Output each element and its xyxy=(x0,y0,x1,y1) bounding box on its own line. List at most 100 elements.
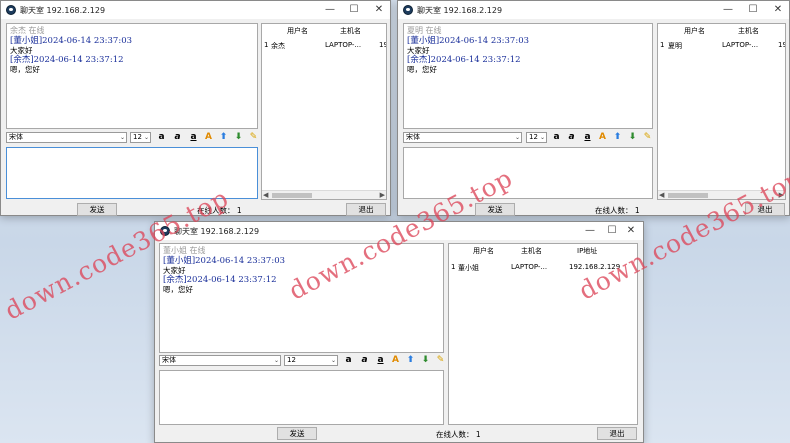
underline-icon[interactable]: a xyxy=(582,132,593,143)
message-body: 嗯，您好 xyxy=(163,285,193,294)
close-icon[interactable]: ✕ xyxy=(619,222,643,240)
font-size-value: 12 xyxy=(529,133,538,141)
font-color-icon[interactable]: A xyxy=(203,132,214,143)
column-header-ip[interactable]: IP地址 xyxy=(577,246,597,256)
download-icon[interactable]: ⬇ xyxy=(627,132,638,143)
online-count-value: 1 xyxy=(475,430,481,439)
user-list[interactable]: 用户名 主机名 IP地址 1 董小姐 LAPTOP-... 192.168.2.… xyxy=(448,243,638,425)
horizontal-scrollbar[interactable]: ◀ ▶ xyxy=(262,190,386,199)
online-status-text: 余杰 在线 xyxy=(10,26,45,35)
font-size-select[interactable]: 12 ⌄ xyxy=(526,132,547,143)
font-family-select[interactable]: 宋体 ⌄ xyxy=(403,132,522,143)
maximize-icon[interactable]: ☐ xyxy=(741,1,765,19)
scrollbar-thumb[interactable] xyxy=(272,193,312,198)
online-count-text: 在线人数： xyxy=(436,430,474,439)
italic-icon[interactable]: a xyxy=(359,355,370,366)
user-list[interactable]: 用户名 主机名 1 余杰 LAPTOP-... 19 ◀ ▶ xyxy=(261,23,387,200)
download-icon[interactable]: ⬇ xyxy=(420,355,431,366)
scroll-right-icon[interactable]: ▶ xyxy=(779,190,784,199)
maximize-icon[interactable]: ☐ xyxy=(342,1,366,19)
font-family-select[interactable]: 宋体 ⌄ xyxy=(6,132,127,143)
download-icon[interactable]: ⬇ xyxy=(233,132,244,143)
column-header-username[interactable]: 用户名 xyxy=(287,26,308,36)
online-status-text: 夏明 在线 xyxy=(407,26,442,35)
format-toolbar: 宋体 ⌄ 12 ⌄ a a a A ⬆ ⬇ ✎ xyxy=(6,132,258,144)
column-header-hostname[interactable]: 主机名 xyxy=(340,26,361,36)
chat-app-icon xyxy=(6,5,16,15)
chevron-down-icon: ⌄ xyxy=(514,134,520,141)
column-header-username[interactable]: 用户名 xyxy=(684,26,705,36)
clear-icon[interactable]: ✎ xyxy=(642,132,653,143)
message-header: [董小姐]2024-06-14 23:37:03 xyxy=(10,36,133,46)
title-bar[interactable]: 聊天室 192.168.2.129 — ☐ ✕ xyxy=(155,222,643,240)
minimize-icon[interactable]: — xyxy=(318,1,342,19)
bold-icon[interactable]: a xyxy=(343,355,354,366)
title-bar[interactable]: 聊天室 192.168.2.129 — ☐ ✕ xyxy=(398,1,789,19)
minimize-icon[interactable]: — xyxy=(578,222,602,240)
message-input[interactable] xyxy=(403,147,653,199)
font-family-select[interactable]: 宋体 ⌄ xyxy=(159,355,281,366)
bold-icon[interactable]: a xyxy=(156,132,167,143)
clear-icon[interactable]: ✎ xyxy=(435,355,446,366)
column-header-hostname[interactable]: 主机名 xyxy=(521,246,542,256)
send-button[interactable]: 发送 xyxy=(475,203,515,216)
upload-icon[interactable]: ⬆ xyxy=(612,132,623,143)
horizontal-scrollbar[interactable]: ◀ ▶ xyxy=(658,190,785,199)
column-header-hostname[interactable]: 主机名 xyxy=(738,26,759,36)
message-body: 嗯，您好 xyxy=(407,65,437,74)
scrollbar-thumb[interactable] xyxy=(668,193,708,198)
italic-icon[interactable]: a xyxy=(172,132,183,143)
font-color-icon[interactable]: A xyxy=(390,355,401,366)
chat-app-icon xyxy=(160,226,170,236)
exit-button[interactable]: 退出 xyxy=(597,427,637,440)
chevron-down-icon: ⌄ xyxy=(119,134,125,141)
row-hostname: LAPTOP-... xyxy=(325,41,362,49)
row-ip: 19 xyxy=(379,41,386,49)
font-family-value: 宋体 xyxy=(9,133,23,141)
scroll-left-icon[interactable]: ◀ xyxy=(659,190,664,199)
row-username: 董小姐 xyxy=(458,264,479,272)
underline-icon[interactable]: a xyxy=(375,355,386,366)
chat-window-2: 聊天室 192.168.2.129 — ☐ ✕ 夏明 在线 [董小姐]2024-… xyxy=(397,0,790,216)
chat-log[interactable]: 董小姐 在线 [董小姐]2024-06-14 23:37:03 大家好 [余杰]… xyxy=(159,243,444,353)
column-header-username[interactable]: 用户名 xyxy=(473,246,494,256)
chevron-down-icon: ⌄ xyxy=(539,134,545,141)
chevron-down-icon: ⌄ xyxy=(143,134,149,141)
send-button[interactable]: 发送 xyxy=(277,427,317,440)
font-family-value: 宋体 xyxy=(162,356,176,364)
message-header: [董小姐]2024-06-14 23:37:03 xyxy=(407,36,530,46)
font-size-select[interactable]: 12 ⌄ xyxy=(130,132,151,143)
upload-icon[interactable]: ⬆ xyxy=(218,132,229,143)
row-index: 1 xyxy=(660,41,665,49)
exit-button[interactable]: 退出 xyxy=(346,203,386,216)
row-hostname: LAPTOP-... xyxy=(511,263,548,271)
font-color-icon[interactable]: A xyxy=(597,132,608,143)
bold-icon[interactable]: a xyxy=(551,132,562,143)
message-body: 大家好 xyxy=(10,46,33,55)
italic-icon[interactable]: a xyxy=(566,132,577,143)
message-header: [余杰]2024-06-14 23:37:12 xyxy=(163,275,277,285)
message-input[interactable] xyxy=(6,147,258,199)
format-toolbar: 宋体 ⌄ 12 ⌄ a a a A ⬆ ⬇ ✎ xyxy=(159,355,444,367)
row-username: 余杰 xyxy=(271,42,285,50)
window-title: 聊天室 192.168.2.129 xyxy=(417,6,503,15)
chat-log[interactable]: 夏明 在线 [董小姐]2024-06-14 23:37:03 大家好 [余杰]2… xyxy=(403,23,653,129)
row-index: 1 xyxy=(451,263,456,271)
clear-icon[interactable]: ✎ xyxy=(248,132,259,143)
row-ip: 19 xyxy=(778,41,785,49)
close-icon[interactable]: ✕ xyxy=(766,1,790,19)
exit-button[interactable]: 退出 xyxy=(745,203,785,216)
font-size-select[interactable]: 12 ⌄ xyxy=(284,355,338,366)
close-icon[interactable]: ✕ xyxy=(367,1,391,19)
user-list[interactable]: 用户名 主机名 1 夏明 LAPTOP-... 19 ◀ ▶ xyxy=(657,23,786,200)
upload-icon[interactable]: ⬆ xyxy=(405,355,416,366)
scroll-left-icon[interactable]: ◀ xyxy=(263,190,268,199)
chat-log[interactable]: 余杰 在线 [董小姐]2024-06-14 23:37:03 大家好 [余杰]2… xyxy=(6,23,258,129)
underline-icon[interactable]: a xyxy=(188,132,199,143)
message-input[interactable] xyxy=(159,370,444,425)
title-bar[interactable]: 聊天室 192.168.2.129 — ☐ ✕ xyxy=(1,1,390,19)
send-button[interactable]: 发送 xyxy=(77,203,117,216)
scroll-right-icon[interactable]: ▶ xyxy=(380,190,385,199)
font-size-value: 12 xyxy=(133,133,142,141)
minimize-icon[interactable]: — xyxy=(716,1,740,19)
